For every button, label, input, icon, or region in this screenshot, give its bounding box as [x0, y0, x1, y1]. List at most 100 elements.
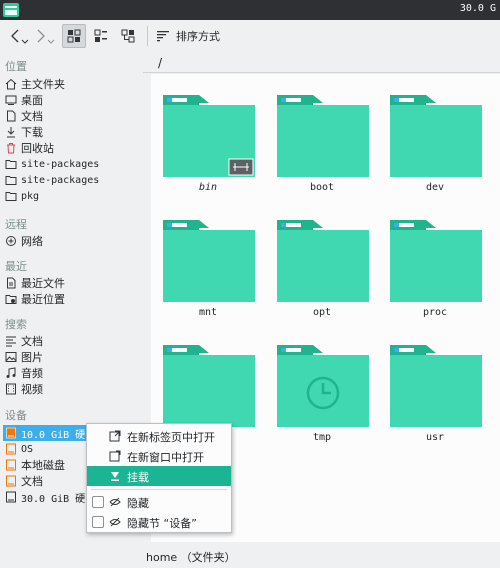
folder-item-usr[interactable]: usr — [385, 340, 485, 460]
sidebar-item-pkg[interactable]: pkg — [5, 188, 39, 204]
text-lines-icon — [5, 335, 17, 347]
sort-button[interactable]: 排序方式 — [156, 24, 220, 48]
section-header-devices: 设备 — [5, 409, 27, 422]
folder-item-dev[interactable]: dev — [385, 90, 485, 210]
sidebar-item-recent-locations[interactable]: 最近位置 — [5, 291, 65, 307]
sidebar-item-label: 文档 — [21, 110, 43, 123]
sidebar-item-downloads[interactable]: 下载 — [5, 124, 43, 140]
menu-item-label: 隐藏节 “设备” — [127, 517, 197, 530]
location-path[interactable]: / — [158, 56, 162, 70]
sidebar-item-label: 最近位置 — [21, 293, 65, 306]
menu-item-mount[interactable]: 挂载 — [87, 466, 231, 486]
sidebar-item-label: 桌面 — [21, 94, 43, 107]
folder-name: mnt — [198, 307, 218, 318]
folder-name: boot — [309, 182, 335, 193]
folder-item-opt[interactable]: opt — [272, 215, 372, 335]
sidebar-item-label: 回收站 — [21, 142, 54, 155]
folder-icon — [277, 95, 369, 177]
file-manager-app-icon[interactable] — [3, 3, 19, 17]
image-icon — [5, 351, 17, 363]
desktop-icon — [5, 94, 17, 106]
folder-item-mnt[interactable]: mnt — [158, 215, 258, 335]
sidebar-item-label: 主文件夹 — [21, 78, 65, 91]
section-header-recent: 最近 — [5, 260, 27, 273]
folder-name: proc — [422, 307, 448, 318]
document-icon — [5, 110, 17, 122]
open-new-tab-icon — [109, 430, 121, 442]
menu-item-hide[interactable]: 隐藏 — [87, 492, 231, 512]
recent-folder-icon — [5, 293, 17, 305]
path-divider — [143, 72, 500, 73]
caret-down-icon — [47, 39, 55, 44]
sidebar-item-search-audio[interactable]: 音频 — [5, 365, 43, 381]
section-header-remote: 远程 — [5, 218, 27, 231]
compact-view-button[interactable] — [89, 24, 113, 48]
home-icon — [5, 78, 17, 90]
toolbar: 排序方式 — [0, 20, 500, 52]
context-menu: 在新标签页中打开 在新窗口中打开 挂载 隐藏 隐藏节 “设备” — [86, 423, 232, 533]
hide-checkbox[interactable] — [92, 496, 104, 508]
folder-icon — [277, 345, 369, 427]
menu-item-label: 在新窗口中打开 — [127, 451, 204, 464]
icon-view-button[interactable] — [62, 24, 86, 48]
forward-button[interactable] — [32, 24, 56, 48]
sidebar-item-label: 本地磁盘 — [21, 459, 65, 472]
sidebar-item-search-images[interactable]: 图片 — [5, 349, 43, 365]
panel-status-text: 30.0 G — [459, 3, 496, 14]
sidebar-item-site-packages[interactable]: site-packages — [5, 156, 99, 172]
compact-view-icon — [94, 29, 107, 42]
sidebar-item-device-local-disk[interactable]: 本地磁盘 — [5, 457, 65, 473]
sidebar-item-site-packages-2[interactable]: site-packages — [5, 172, 99, 188]
sidebar-item-device-documents[interactable]: 文档 — [5, 473, 43, 489]
sidebar-item-device-30gib[interactable]: 30.0 GiB 硬 — [5, 489, 85, 505]
menu-item-hide-section[interactable]: 隐藏节 “设备” — [87, 512, 231, 532]
sidebar-item-label: pkg — [21, 190, 40, 202]
folder-item-bin[interactable]: bin — [158, 90, 258, 210]
sidebar-item-search-documents[interactable]: 文档 — [5, 333, 43, 349]
hide-section-checkbox[interactable] — [92, 516, 104, 528]
sidebar-item-network[interactable]: 网络 — [5, 233, 43, 249]
menu-item-open-new-window[interactable]: 在新窗口中打开 — [87, 446, 231, 466]
network-icon — [5, 235, 17, 247]
folder-icon — [5, 190, 17, 202]
sidebar-item-device-os[interactable]: OS — [5, 441, 33, 457]
folder-icon — [163, 95, 255, 177]
folder-name: tmp — [312, 432, 332, 443]
folder-name: bin — [198, 182, 218, 193]
folder-icon — [5, 174, 17, 186]
trash-icon — [5, 142, 17, 154]
menu-item-label: 在新标签页中打开 — [127, 431, 215, 444]
sidebar-item-desktop[interactable]: 桌面 — [5, 92, 43, 108]
folder-name: opt — [312, 307, 332, 318]
sidebar-item-label: 30.0 GiB 硬 — [21, 493, 86, 505]
folder-icon — [390, 220, 482, 302]
folder-icon — [277, 220, 369, 302]
sidebar-item-label: 最近文件 — [21, 277, 65, 290]
folder-item-proc[interactable]: proc — [385, 215, 485, 335]
sidebar-item-label: 音频 — [21, 367, 43, 380]
folder-icon — [5, 158, 17, 170]
folder-item-boot[interactable]: boot — [272, 90, 372, 210]
tree-view-icon — [121, 29, 135, 43]
status-bar: home （文件夹） — [143, 546, 500, 568]
back-button[interactable] — [6, 24, 30, 48]
folder-icon — [163, 345, 255, 427]
details-view-button[interactable] — [116, 24, 140, 48]
top-panel: 30.0 G — [0, 0, 500, 20]
folder-icon — [390, 345, 482, 427]
drive-icon — [5, 475, 17, 487]
drive-icon — [5, 427, 17, 439]
sort-icon — [157, 31, 169, 42]
toolbar-separator — [147, 26, 148, 46]
caret-down-icon — [21, 39, 29, 44]
sidebar-item-recent-files[interactable]: 最近文件 — [5, 275, 65, 291]
folder-item-tmp[interactable]: tmp — [272, 340, 372, 460]
sidebar-item-trash[interactable]: 回收站 — [5, 140, 54, 156]
status-text: home （文件夹） — [146, 551, 236, 564]
menu-item-open-new-tab[interactable]: 在新标签页中打开 — [87, 426, 231, 446]
music-note-icon — [5, 367, 17, 379]
sidebar-item-home[interactable]: 主文件夹 — [5, 76, 65, 92]
sidebar-item-documents[interactable]: 文档 — [5, 108, 43, 124]
sidebar-item-label: 视频 — [21, 383, 43, 396]
sidebar-item-search-video[interactable]: 视频 — [5, 381, 43, 397]
